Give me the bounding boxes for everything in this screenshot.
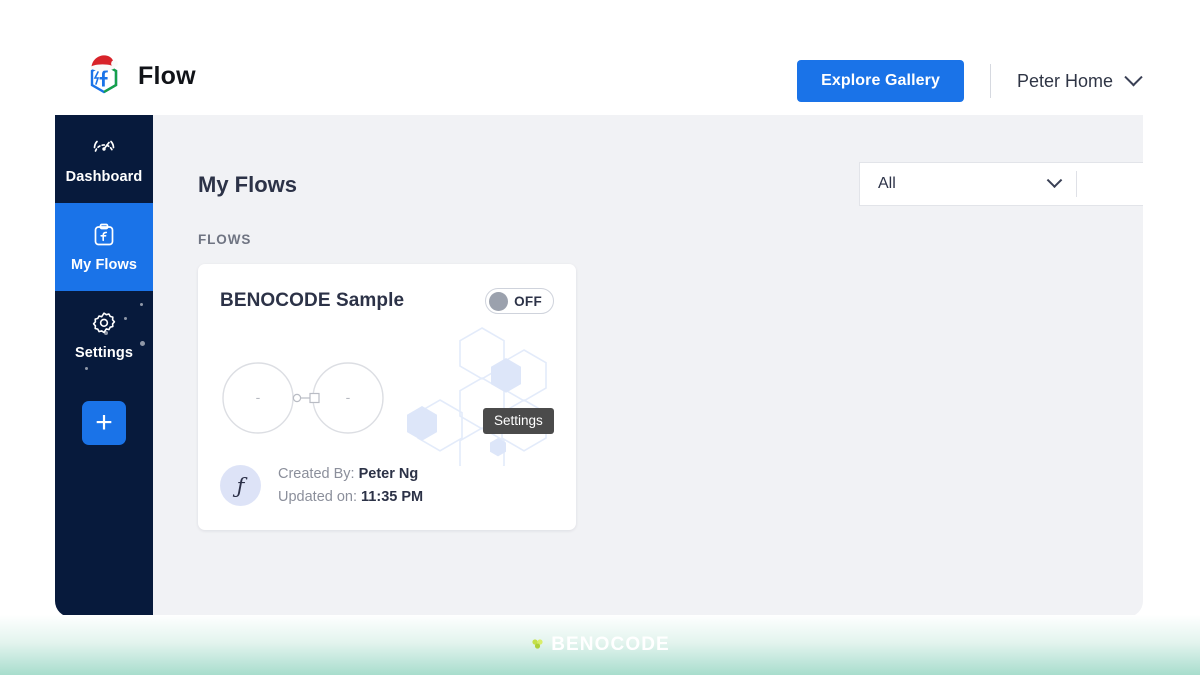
footer-brand-text: BENOCODE <box>551 634 670 655</box>
header-actions: Explore Gallery Peter Home <box>797 60 1143 102</box>
flow-card-title: BENOCODE Sample <box>220 290 405 311</box>
sidebar-item-my-flows[interactable]: My Flows <box>55 203 153 291</box>
updated-on-line: Updated on: 11:35 PM <box>278 486 423 508</box>
add-flow-wrapper: + <box>55 401 153 445</box>
toggle-knob <box>489 291 509 311</box>
sidebar-item-settings[interactable]: Settings <box>55 291 153 379</box>
flow-card-header: BENOCODE Sample OFF <box>220 288 554 314</box>
created-by-line: Created By: Peter Ng <box>278 463 423 485</box>
flow-filter-value: All <box>878 175 896 192</box>
sidebar-item-label: My Flows <box>70 256 138 273</box>
decor-dot <box>140 303 143 306</box>
brand[interactable]: Flow <box>82 52 196 100</box>
chevron-down-icon <box>1046 171 1063 188</box>
flow-preview-canvas[interactable]: - - Settings <box>198 326 576 466</box>
sidebar: Dashboard My Flows Settings + <box>55 115 153 617</box>
filter-divider <box>1076 171 1077 197</box>
chevron-down-icon <box>1124 67 1143 86</box>
svg-text:-: - <box>346 389 351 405</box>
flow-card[interactable]: BENOCODE Sample OFF - - Settings ƒ Creat… <box>198 264 576 530</box>
sidebar-item-dashboard[interactable]: Dashboard <box>55 115 153 203</box>
updated-on-label: Updated on: <box>278 488 358 505</box>
benocode-dots-icon <box>530 635 546 656</box>
user-menu-label: Peter Home <box>1016 70 1113 91</box>
section-label: FLOWS <box>198 232 252 247</box>
settings-tooltip: Settings <box>483 408 554 434</box>
add-flow-button[interactable]: + <box>82 401 126 445</box>
app-root: Flow Explore Gallery Peter Home Dashboar… <box>0 0 1200 675</box>
sidebar-item-label: Dashboard <box>65 168 143 185</box>
flow-preview-graph: - - <box>222 362 384 434</box>
user-menu[interactable]: Peter Home <box>1016 67 1143 92</box>
header-divider <box>989 64 991 98</box>
created-by-label: Created By: <box>278 466 355 483</box>
decor-dot <box>124 317 127 320</box>
updated-on-value: 11:35 PM <box>361 488 424 505</box>
decor-dot <box>104 331 108 335</box>
flow-enabled-toggle[interactable]: OFF <box>485 288 554 314</box>
decor-dot <box>140 341 145 346</box>
created-by-value: Peter Ng <box>358 466 419 483</box>
content-area: My Flows FLOWS All BENOCODE Sample OFF -… <box>153 115 1143 617</box>
brand-name: Flow <box>138 61 196 90</box>
explore-gallery-button[interactable]: Explore Gallery <box>797 60 964 102</box>
footer-brand-band: BENOCODE <box>0 615 1200 675</box>
toggle-state-label: OFF <box>514 293 542 309</box>
clipboard-f-icon <box>91 222 117 248</box>
page-title: My Flows <box>198 172 298 197</box>
top-header: Flow Explore Gallery Peter Home <box>0 0 1200 115</box>
app-shell: Dashboard My Flows Settings + My Flows F… <box>55 115 1143 617</box>
svg-text:-: - <box>256 389 261 405</box>
gauge-icon <box>91 134 117 160</box>
hexagon-flow-logo-with-santa-hat-icon <box>82 52 126 100</box>
filter-bar: All <box>859 162 1143 206</box>
decor-dot <box>85 367 88 370</box>
avatar: ƒ <box>220 465 261 507</box>
flow-card-meta: Created By: Peter Ng Updated on: 11:35 P… <box>278 463 423 508</box>
flow-filter-select[interactable]: All <box>860 163 1076 205</box>
sidebar-item-label: Settings <box>75 344 133 361</box>
flow-card-footer: ƒ Created By: Peter Ng Updated on: 11:35… <box>220 463 423 508</box>
